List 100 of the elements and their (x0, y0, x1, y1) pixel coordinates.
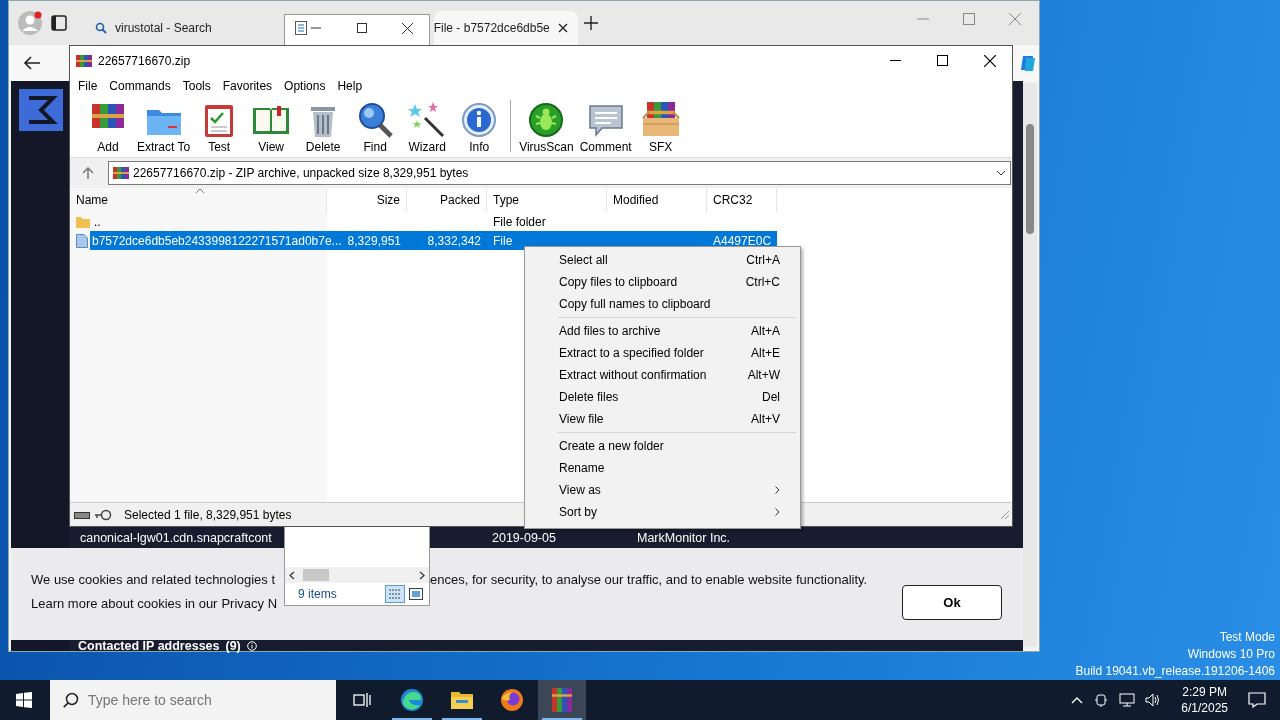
sort-icon[interactable] (195, 188, 205, 194)
menu-item[interactable]: Extract without confirmation Alt+W (527, 364, 798, 386)
column-header[interactable]: Name (70, 188, 327, 212)
wave-icon (400, 688, 424, 712)
books-icon (550, 688, 574, 712)
column-header[interactable]: Modified (607, 188, 707, 212)
window-title: 22657716670.zip (98, 53, 191, 70)
packed-size: 8,332,342 (427, 232, 481, 250)
toolbar-button[interactable]: Extract To (134, 100, 194, 154)
menu-item[interactable]: Tools (176, 77, 217, 95)
menu-item[interactable]: Help (331, 77, 369, 95)
desktop-text: Windows 10 Pro (1187, 647, 1275, 661)
drive-icon (74, 509, 90, 520)
menu-item[interactable]: File (72, 77, 104, 95)
toolbar-button[interactable]: View (245, 100, 298, 154)
back-arrow-icon[interactable] (23, 55, 41, 71)
cookie-text: Learn more about cookies in our (31, 594, 218, 613)
privacy-link[interactable]: Privacy N (221, 593, 278, 613)
menu-item[interactable]: View as (527, 479, 798, 501)
app-icon[interactable] (1020, 54, 1036, 72)
menu-item[interactable]: Commands (103, 77, 177, 95)
column-header[interactable]: Packed (407, 188, 487, 212)
column-header[interactable]: Type (487, 188, 607, 212)
menu-item[interactable]: Copy files to clipboard Ctrl+C (527, 271, 798, 293)
menu-item[interactable]: Copy full names to clipboard (527, 293, 798, 315)
toolbar-button[interactable]: Comment (576, 100, 635, 154)
archive-icon (76, 54, 92, 68)
column-header[interactable]: Size (327, 188, 407, 212)
taskbar-search-field[interactable]: Type here to search (50, 680, 336, 720)
folder-icon (76, 214, 90, 229)
menu-item[interactable]: Sort by (527, 501, 798, 523)
section-count: (9) (225, 638, 241, 655)
browser-tab[interactable]: File - b7572dce6db5e (433, 11, 578, 45)
tab-actions-icon[interactable] (49, 13, 69, 33)
menu-item[interactable]: Extract to a specified folder Alt+E (527, 342, 798, 364)
thumbnails-view-icon[interactable] (409, 588, 423, 600)
network-icon[interactable] (1119, 692, 1136, 708)
ok-button[interactable]: Ok (902, 585, 1002, 620)
maximize-icon[interactable] (937, 55, 948, 66)
browser-tab[interactable]: virustotal - Search (85, 11, 222, 45)
notification-icon[interactable] (1248, 692, 1266, 708)
key-icon (94, 508, 112, 521)
scrollbar-thumb[interactable] (303, 569, 329, 581)
maximize-icon[interactable] (357, 23, 367, 33)
file-size: 8,329,951 (347, 232, 401, 250)
menu-item[interactable]: Delete files Del (527, 386, 798, 408)
menu-item[interactable]: Select all Ctrl+A (527, 249, 798, 271)
crc-value: A4497E0C (713, 232, 772, 250)
path-combo[interactable]: 22657716670.zip - ZIP archive, unpacked size 8,329,951 bytes (108, 161, 1011, 185)
desktop-text: Build 19041.vb_release.191206-1406 (1075, 664, 1275, 678)
archive-icon (113, 166, 129, 180)
status-text: Selected 1 file, 8,329,951 bytes (124, 506, 292, 524)
file-type: File folder (493, 213, 546, 231)
scrollbar[interactable] (1023, 83, 1037, 647)
close-icon[interactable] (984, 55, 996, 67)
cookie-text: ences, for security, to analyse our traffic, and to enable website functionality. (430, 571, 868, 589)
registrar-text: MarkMonitor Inc. (637, 531, 731, 545)
menu-item[interactable]: Add files to archive Alt+A (527, 320, 798, 342)
toolbar-button[interactable]: Add (82, 100, 134, 154)
toolbar-button[interactable]: Info (453, 100, 506, 154)
desktop-text: Test Mode (1219, 630, 1275, 644)
date-text: 2019-09-05 (492, 531, 556, 545)
toolbar-button[interactable]: Find (349, 100, 402, 154)
toolbar-button[interactable]: Test (193, 100, 246, 154)
profile-avatar-icon[interactable] (17, 10, 43, 36)
fox-globe-icon (500, 688, 524, 712)
file-name[interactable]: .. (94, 212, 101, 231)
dropdown-icon (996, 170, 1006, 176)
menu-item[interactable]: View file Alt+V (527, 408, 798, 430)
horizontal-scrollbar[interactable] (285, 567, 429, 583)
up-arrow-icon[interactable] (82, 167, 94, 179)
file-type: File (493, 232, 513, 250)
resize-grip-icon[interactable] (1000, 509, 1010, 520)
menu-item[interactable]: Rename (527, 457, 798, 479)
clock-date[interactable]: 6/1/2025 (1181, 700, 1228, 716)
toolbar-button[interactable]: Wizard (401, 100, 454, 154)
file-icon (76, 233, 88, 248)
scroll-right-icon[interactable] (419, 570, 425, 580)
clock-time[interactable]: 2:29 PM (1181, 684, 1228, 700)
cookie-text: We use cookies and related technologies t (31, 571, 277, 589)
file-name[interactable]: b7572dce6db5eb2433998122271571ad0b7e... (92, 231, 342, 250)
new-tab-icon[interactable] (583, 16, 598, 30)
menu-item[interactable]: Create a new folder (527, 435, 798, 457)
toolbar-button[interactable]: SFX (634, 100, 687, 154)
scroll-left-icon[interactable] (289, 570, 295, 580)
toolbar-button[interactable]: VirusScan (516, 100, 577, 154)
close-icon[interactable] (402, 22, 413, 34)
menu-item[interactable]: Options (278, 77, 332, 95)
menu-item[interactable]: Favorites (216, 77, 279, 95)
domain-text[interactable]: canonical-lgw01.cdn.snapcraftcont (80, 531, 272, 545)
item-count: 9 items (298, 586, 337, 603)
speaker-icon[interactable] (1145, 692, 1162, 708)
close-icon[interactable] (557, 23, 568, 33)
chevron-up-icon[interactable] (1071, 696, 1084, 704)
column-header[interactable]: CRC32 (707, 188, 777, 212)
task-view-icon (353, 692, 371, 708)
search-icon (63, 692, 79, 708)
windows-logo-icon (16, 692, 32, 708)
document-icon (295, 21, 307, 35)
toolbar-button[interactable]: Delete (297, 100, 350, 154)
